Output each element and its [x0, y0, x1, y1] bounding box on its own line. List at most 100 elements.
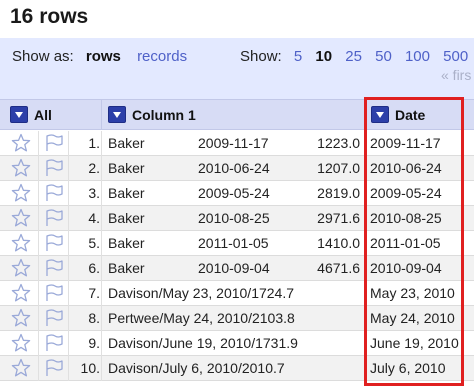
row-number: 2. — [88, 160, 100, 176]
cell-date: 2010-09-04 — [198, 260, 270, 276]
view-options-panel: Show as: rows records Show: 5 10 25 50 1… — [0, 38, 474, 99]
cell-name: Baker — [108, 235, 145, 251]
star-icon[interactable] — [11, 258, 31, 278]
row-number: 8. — [88, 310, 100, 326]
flag-icon[interactable] — [43, 258, 65, 278]
cell-divider — [364, 156, 365, 181]
page-size-selector: Show: 5 10 25 50 100 500 — [240, 48, 474, 65]
dropdown-arrow-icon[interactable] — [10, 106, 28, 123]
cell-divider — [38, 181, 39, 206]
cell-divider — [38, 131, 39, 156]
all-column-label: All — [34, 106, 52, 123]
dropdown-arrow-icon[interactable] — [371, 106, 389, 123]
rows-view-option[interactable]: rows — [86, 48, 121, 65]
cell-name: Baker — [108, 185, 145, 201]
row-number: 7. — [88, 285, 100, 301]
cell-divider — [364, 356, 365, 381]
flag-icon[interactable] — [43, 233, 65, 253]
cell-divider — [68, 156, 69, 181]
cell-divider — [364, 231, 365, 256]
cell-divider — [101, 356, 102, 381]
records-view-option[interactable]: records — [137, 48, 187, 65]
cell-column1: Pertwee/May 24, 2010/2103.8 — [108, 310, 295, 326]
cell-date: 2009-11-17 — [198, 135, 269, 151]
cell-date-column: 2009-11-17 — [370, 135, 441, 151]
cell-date-column: June 19, 2010 — [370, 335, 459, 351]
flag-icon[interactable] — [43, 133, 65, 153]
cell-divider — [101, 231, 102, 256]
table-header: All Column 1 Date — [0, 99, 474, 130]
page-size-50[interactable]: 50 — [375, 48, 392, 65]
cell-divider — [38, 281, 39, 306]
table-row: 7. Davison/May 23, 2010/1724.7 May 23, 201… — [0, 281, 474, 306]
table-row: 6. Baker 2010-09-04 4671.6 2010-09-04 — [0, 256, 474, 281]
table-row: 9. Davison/June 19, 2010/1731.9 June 19, 2… — [0, 331, 474, 356]
table-row: 2. Baker 2010-06-24 1207.0 2010-06-24 — [0, 156, 474, 181]
cell-divider — [101, 256, 102, 281]
cell-divider — [101, 306, 102, 331]
star-icon[interactable] — [11, 308, 31, 328]
cell-date-column: 2009-05-24 — [370, 185, 442, 201]
cell-divider — [101, 156, 102, 181]
cell-name: Baker — [108, 260, 145, 276]
cell-date-column: May 24, 2010 — [370, 310, 455, 326]
cell-divider — [68, 131, 69, 156]
star-icon[interactable] — [11, 208, 31, 228]
flag-icon[interactable] — [43, 158, 65, 178]
star-icon[interactable] — [11, 133, 31, 153]
cell-divider — [68, 206, 69, 231]
star-icon[interactable] — [11, 183, 31, 203]
row-number: 9. — [88, 335, 100, 351]
flag-icon[interactable] — [43, 208, 65, 228]
page-size-25[interactable]: 25 — [345, 48, 362, 65]
column-divider — [364, 100, 365, 129]
cell-divider — [38, 156, 39, 181]
cell-divider — [38, 306, 39, 331]
cell-divider — [68, 331, 69, 356]
star-icon[interactable] — [11, 158, 31, 178]
cell-value: 2819.0 — [317, 185, 360, 201]
column-divider — [101, 100, 102, 129]
page-size-100[interactable]: 100 — [405, 48, 430, 65]
date-column-header[interactable]: Date — [371, 100, 425, 129]
cell-value: 1223.0 — [317, 135, 360, 151]
flag-icon[interactable] — [43, 358, 65, 378]
cell-divider — [68, 231, 69, 256]
cell-date-column: 2010-08-25 — [370, 210, 442, 226]
cell-value: 1410.0 — [317, 235, 360, 251]
first-page-link[interactable]: « firs — [441, 67, 471, 83]
cell-column1: Davison/May 23, 2010/1724.7 — [108, 285, 295, 301]
star-icon[interactable] — [11, 233, 31, 253]
cell-date: 2010-08-25 — [198, 210, 270, 226]
star-icon[interactable] — [11, 333, 31, 353]
cell-divider — [68, 181, 69, 206]
page-size-5[interactable]: 5 — [294, 48, 302, 65]
flag-icon[interactable] — [43, 333, 65, 353]
cell-divider — [364, 131, 365, 156]
cell-date-column: 2010-06-24 — [370, 160, 442, 176]
cell-date: 2009-05-24 — [198, 185, 270, 201]
cell-divider — [38, 231, 39, 256]
cell-column1: Davison/July 6, 2010/2010.7 — [108, 360, 285, 376]
table-row: 3. Baker 2009-05-24 2819.0 2009-05-24 — [0, 181, 474, 206]
page-size-500[interactable]: 500 — [443, 48, 468, 65]
star-icon[interactable] — [11, 358, 31, 378]
flag-icon[interactable] — [43, 308, 65, 328]
row-number: 1. — [88, 135, 100, 151]
page-size-10: 10 — [315, 48, 333, 65]
cell-divider — [68, 256, 69, 281]
cell-date-column: 2010-09-04 — [370, 260, 442, 276]
cell-divider — [101, 331, 102, 356]
row-number: 10. — [80, 360, 100, 376]
star-icon[interactable] — [11, 283, 31, 303]
flag-icon[interactable] — [43, 183, 65, 203]
cell-date-column: May 23, 2010 — [370, 285, 455, 301]
all-column-header[interactable]: All — [10, 100, 52, 129]
cell-divider — [364, 281, 365, 306]
cell-date: 2011-01-05 — [198, 235, 269, 251]
flag-icon[interactable] — [43, 283, 65, 303]
dropdown-arrow-icon[interactable] — [108, 106, 126, 123]
table-row: 1. Baker 2009-11-17 1223.0 2009-11-17 — [0, 131, 474, 156]
column1-header[interactable]: Column 1 — [108, 100, 196, 129]
row-number: 6. — [88, 260, 100, 276]
